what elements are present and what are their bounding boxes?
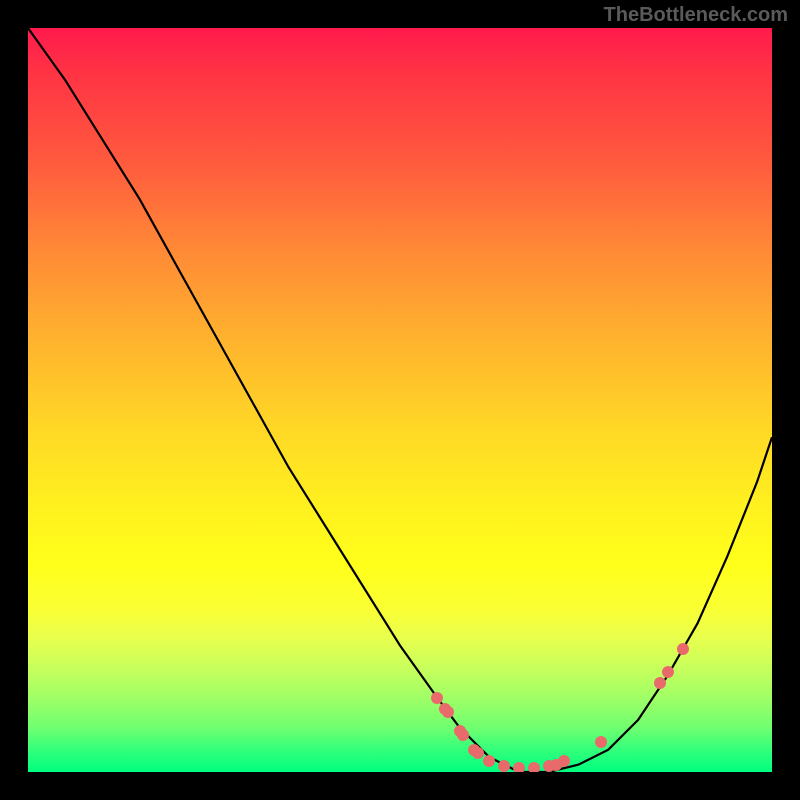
highlight-dot: [498, 760, 510, 772]
highlight-dot: [483, 755, 495, 767]
highlight-dot: [472, 747, 484, 759]
highlight-dot: [662, 666, 674, 678]
highlight-dot: [595, 736, 607, 748]
highlight-dot: [457, 729, 469, 741]
watermark-text: TheBottleneck.com: [604, 4, 788, 27]
highlight-dot: [558, 755, 570, 767]
highlight-dot: [431, 692, 443, 704]
highlight-dot: [654, 677, 666, 689]
highlight-dot: [677, 643, 689, 655]
chart-plot-area: [28, 28, 772, 772]
highlight-dot: [513, 762, 525, 772]
chart-curve-svg: [28, 28, 772, 772]
performance-curve: [28, 28, 772, 772]
highlight-dot: [442, 706, 454, 718]
highlight-dot: [528, 762, 540, 772]
